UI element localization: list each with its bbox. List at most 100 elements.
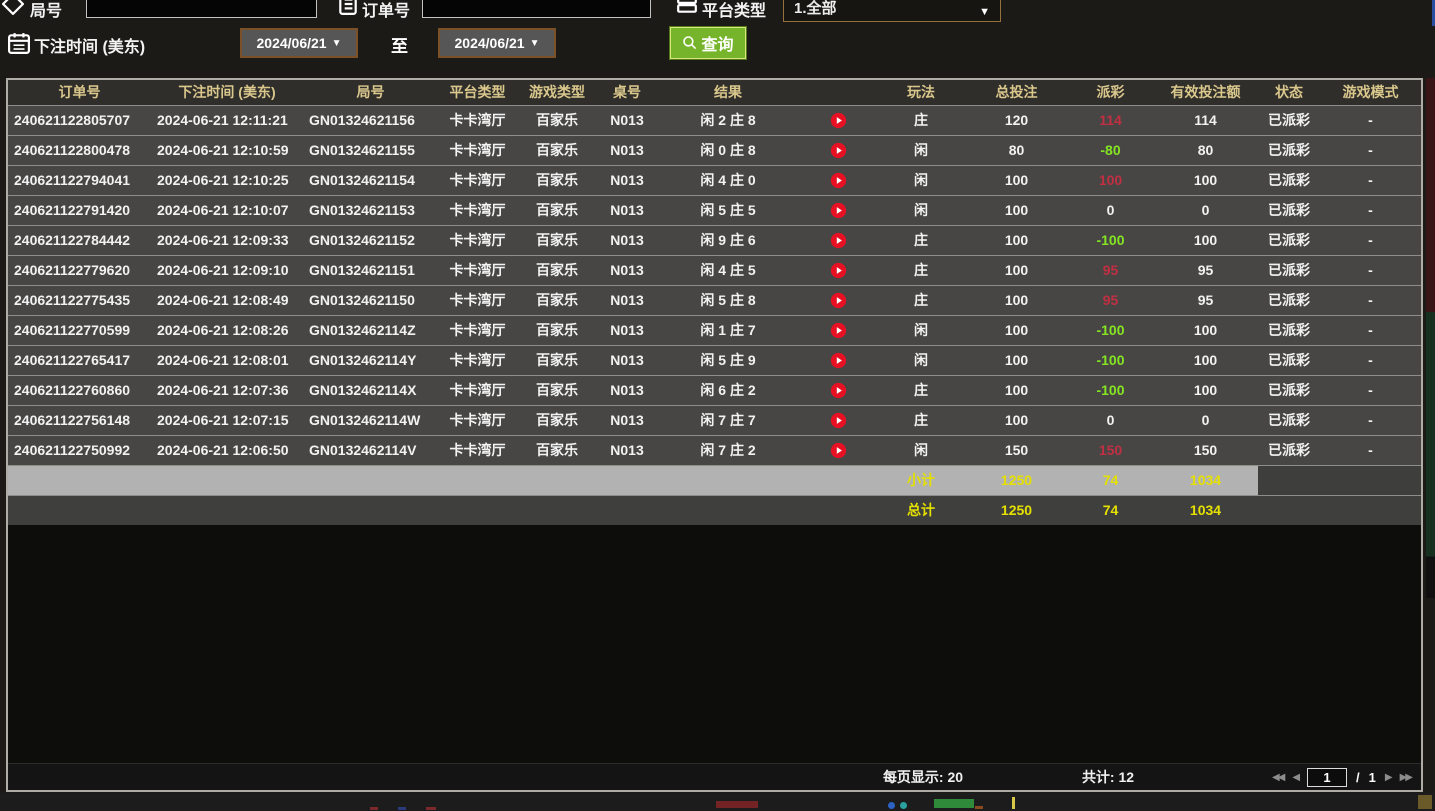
cell-valid-bet: 100 [1153, 225, 1258, 255]
round-id-label: 局号 [30, 0, 62, 21]
cell-game-type: 百家乐 [517, 375, 597, 405]
prev-page-icon[interactable]: ◀ [1292, 772, 1298, 783]
cell-valid-bet: 95 [1153, 255, 1258, 285]
cell-play-type: 庄 [877, 375, 965, 405]
cell-bet-time: 2024-06-21 12:10:07 [151, 195, 303, 225]
bets-table: 订单号 下注时间 (美东) 局号 平台类型 游戏类型 桌号 结果 玩法 总投注 … [8, 80, 1421, 525]
cell-round-id: GN0132462114W [303, 405, 438, 435]
table-row[interactable]: 240621122794041 2024-06-21 12:10:25 GN01… [8, 165, 1421, 195]
cell-platform: 卡卡湾厅 [438, 255, 517, 285]
table-body: 240621122805707 2024-06-21 12:11:21 GN01… [8, 105, 1421, 465]
order-id-input[interactable] [422, 0, 651, 18]
play-replay-icon[interactable] [830, 322, 847, 339]
cell-order-id: 240621122794041 [8, 165, 151, 195]
cell-status: 已派彩 [1258, 135, 1320, 165]
cell-play-type: 闲 [877, 315, 965, 345]
table-row[interactable]: 240621122765417 2024-06-21 12:08:01 GN01… [8, 345, 1421, 375]
filter-bar: 局号 订单号 平台类型 1.全部 ▼ 下注时间 (美东) 2024/06/21 … [0, 0, 1435, 78]
cell-result: 闲 0 庄 8 [657, 135, 799, 165]
cell-platform: 卡卡湾厅 [438, 135, 517, 165]
cell-table-no: N013 [597, 405, 657, 435]
cell-replay [799, 435, 877, 465]
cell-play-type: 闲 [877, 435, 965, 465]
table-row[interactable]: 240621122779620 2024-06-21 12:09:10 GN01… [8, 255, 1421, 285]
next-page-icon[interactable]: ▶ [1385, 772, 1391, 783]
pagination: ◀◀ ◀ 1 / 1 ▶ ▶▶ [1193, 764, 1415, 790]
cell-platform: 卡卡湾厅 [438, 105, 517, 135]
cell-table-no: N013 [597, 225, 657, 255]
play-replay-icon[interactable] [830, 262, 847, 279]
round-id-input[interactable] [86, 0, 317, 18]
play-replay-icon[interactable] [830, 442, 847, 459]
cell-result: 闲 9 庄 6 [657, 225, 799, 255]
cell-play-type: 庄 [877, 285, 965, 315]
play-replay-icon[interactable] [830, 202, 847, 219]
play-replay-icon[interactable] [830, 232, 847, 249]
subtotal-total-bet: 1250 [965, 465, 1068, 495]
chevron-down-icon: ▼ [530, 38, 540, 49]
col-play-type: 玩法 [877, 80, 965, 105]
cell-result: 闲 7 庄 7 [657, 405, 799, 435]
cell-result: 闲 1 庄 7 [657, 315, 799, 345]
play-replay-icon[interactable] [830, 382, 847, 399]
cell-result: 闲 5 庄 5 [657, 195, 799, 225]
search-button[interactable]: 查询 [670, 27, 746, 59]
play-replay-icon[interactable] [830, 172, 847, 189]
cell-game-mode: - [1320, 255, 1421, 285]
first-page-icon[interactable]: ◀◀ [1272, 772, 1283, 783]
cell-game-type: 百家乐 [517, 285, 597, 315]
table-row[interactable]: 240621122756148 2024-06-21 12:07:15 GN01… [8, 405, 1421, 435]
chevron-down-icon: ▼ [979, 6, 990, 18]
last-page-icon[interactable]: ▶▶ [1400, 772, 1411, 783]
cell-bet-time: 2024-06-21 12:08:49 [151, 285, 303, 315]
cell-total-bet: 80 [965, 135, 1068, 165]
cell-play-type: 闲 [877, 195, 965, 225]
platform-type-select[interactable]: 1.全部 ▼ [783, 0, 1001, 22]
play-replay-icon[interactable] [830, 352, 847, 369]
cell-payout: -80 [1068, 135, 1153, 165]
table-row[interactable]: 240621122750992 2024-06-21 12:06:50 GN01… [8, 435, 1421, 465]
table-row[interactable]: 240621122800478 2024-06-21 12:10:59 GN01… [8, 135, 1421, 165]
cell-status: 已派彩 [1258, 195, 1320, 225]
cell-play-type: 闲 [877, 165, 965, 195]
cell-payout: 114 [1068, 105, 1153, 135]
play-replay-icon[interactable] [830, 112, 847, 129]
cell-replay [799, 165, 877, 195]
cell-round-id: GN0132462114X [303, 375, 438, 405]
table-row[interactable]: 240621122805707 2024-06-21 12:11:21 GN01… [8, 105, 1421, 135]
results-panel: 订单号 下注时间 (美东) 局号 平台类型 游戏类型 桌号 结果 玩法 总投注 … [6, 78, 1423, 792]
cell-game-type: 百家乐 [517, 315, 597, 345]
cell-valid-bet: 0 [1153, 405, 1258, 435]
total-row: 总计 1250 74 1034 [8, 495, 1421, 525]
table-row[interactable]: 240621122791420 2024-06-21 12:10:07 GN01… [8, 195, 1421, 225]
table-row[interactable]: 240621122770599 2024-06-21 12:08:26 GN01… [8, 315, 1421, 345]
cell-status: 已派彩 [1258, 345, 1320, 375]
cell-game-mode: - [1320, 435, 1421, 465]
table-totals: 小计 1250 74 1034 总计 1250 74 1034 [8, 465, 1421, 525]
current-page-input[interactable]: 1 [1307, 768, 1347, 787]
cell-valid-bet: 150 [1153, 435, 1258, 465]
col-payout: 派彩 [1068, 80, 1153, 105]
cell-table-no: N013 [597, 165, 657, 195]
cell-status: 已派彩 [1258, 165, 1320, 195]
cell-payout: -100 [1068, 375, 1153, 405]
table-row[interactable]: 240621122760860 2024-06-21 12:07:36 GN01… [8, 375, 1421, 405]
play-replay-icon[interactable] [830, 412, 847, 429]
table-row[interactable]: 240621122775435 2024-06-21 12:08:49 GN01… [8, 285, 1421, 315]
date-from-picker[interactable]: 2024/06/21 ▼ [240, 28, 358, 58]
cell-game-mode: - [1320, 135, 1421, 165]
cell-status: 已派彩 [1258, 105, 1320, 135]
cell-replay [799, 345, 877, 375]
cell-bet-time: 2024-06-21 12:08:01 [151, 345, 303, 375]
cell-valid-bet: 80 [1153, 135, 1258, 165]
date-to-picker[interactable]: 2024/06/21 ▼ [438, 28, 556, 58]
table-row[interactable]: 240621122784442 2024-06-21 12:09:33 GN01… [8, 225, 1421, 255]
cell-result: 闲 4 庄 0 [657, 165, 799, 195]
play-replay-icon[interactable] [830, 292, 847, 309]
cell-bet-time: 2024-06-21 12:09:33 [151, 225, 303, 255]
date-from-value: 2024/06/21 [257, 35, 327, 51]
play-replay-icon[interactable] [830, 142, 847, 159]
cell-payout: -100 [1068, 315, 1153, 345]
cell-valid-bet: 0 [1153, 195, 1258, 225]
page-separator: / [1356, 770, 1360, 785]
